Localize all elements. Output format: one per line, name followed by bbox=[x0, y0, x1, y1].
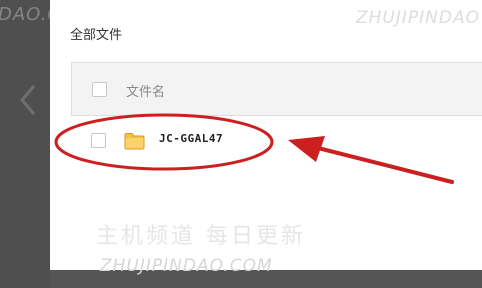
folder-icon bbox=[124, 133, 145, 150]
file-list-item[interactable]: JC-GGAL47 bbox=[71, 120, 482, 162]
file-browser-panel: 全部文件 文件名 JC-GGAL47 bbox=[50, 0, 482, 270]
file-name-link[interactable]: JC-GGAL47 bbox=[159, 132, 223, 145]
filename-column-header[interactable]: 文件名 bbox=[126, 81, 165, 100]
file-select-checkbox[interactable] bbox=[91, 133, 106, 148]
chevron-left-icon bbox=[20, 85, 36, 115]
breadcrumb-all-files[interactable]: 全部文件 bbox=[70, 24, 122, 43]
select-all-checkbox[interactable] bbox=[92, 82, 107, 97]
previous-arrow-button[interactable] bbox=[14, 82, 42, 118]
file-list-header: 文件名 bbox=[71, 62, 482, 116]
modal-backdrop bbox=[0, 0, 50, 288]
